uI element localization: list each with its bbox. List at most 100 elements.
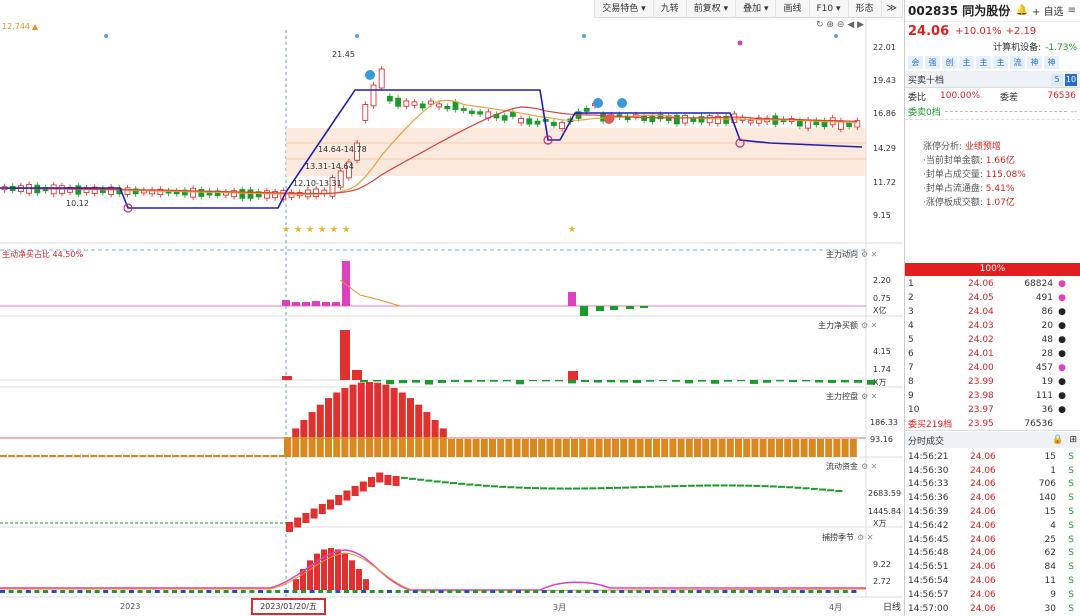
lock-icon[interactable]: 🔒 bbox=[1052, 435, 1063, 445]
toolbar-overlay[interactable]: 叠加 ▾ bbox=[736, 0, 777, 18]
control-bar bbox=[57, 455, 65, 457]
control-bar bbox=[333, 392, 341, 437]
five-level-button[interactable]: 5 bbox=[1051, 73, 1063, 86]
season-tick bbox=[722, 590, 728, 593]
bid-price: 23.99 bbox=[968, 377, 994, 387]
tag[interactable]: 主 bbox=[993, 56, 1008, 69]
candle bbox=[362, 104, 369, 121]
flow-bar bbox=[568, 292, 576, 306]
control-bar bbox=[65, 455, 73, 457]
tag[interactable]: 创 bbox=[942, 56, 957, 69]
season-tick bbox=[189, 590, 195, 593]
tag[interactable]: 神 bbox=[1027, 56, 1042, 69]
season-tick bbox=[576, 590, 582, 593]
tag[interactable]: 流 bbox=[1010, 56, 1025, 69]
reset-icon[interactable]: ↻ bbox=[816, 20, 824, 30]
fund-bar bbox=[614, 486, 621, 489]
bid-price: 24.00 bbox=[968, 363, 994, 373]
kline-chart[interactable]: ★ ★ ★ ★ ★ ★ ★ bbox=[0, 0, 903, 616]
flow-bar bbox=[292, 302, 300, 306]
tag[interactable]: 强 bbox=[925, 56, 940, 69]
star-icon: ★ bbox=[306, 225, 314, 235]
bid-level: 9 bbox=[908, 391, 914, 401]
toolbar-trade-feature[interactable]: 交易特色 ▾ bbox=[595, 0, 654, 18]
bid-row[interactable]: 6 24.01 28 ● bbox=[905, 347, 1080, 361]
season-tick bbox=[610, 590, 616, 593]
tag[interactable]: 会 bbox=[908, 56, 923, 69]
p5-title[interactable]: 捕捞季节 ⚙ ✕ bbox=[822, 532, 873, 543]
ten-level-button[interactable]: 10 bbox=[1065, 73, 1077, 86]
season-tick bbox=[851, 590, 857, 593]
tag[interactable]: 神 bbox=[1044, 56, 1059, 69]
p5-tick: 2.72 bbox=[873, 577, 891, 586]
bid-row[interactable]: 3 24.04 86 ● bbox=[905, 305, 1080, 319]
fund-bar bbox=[663, 485, 671, 488]
season-tick bbox=[292, 590, 298, 593]
industry-row[interactable]: 计算机设备: -1.73% bbox=[905, 40, 1080, 54]
toolbar-adjust[interactable]: 前复权 ▾ bbox=[687, 0, 737, 18]
control-bar bbox=[603, 439, 611, 457]
fund-bar bbox=[409, 477, 416, 480]
chart-area[interactable]: ★ ★ ★ ★ ★ ★ ★ 交易特色 ▾ 九转 前复权 ▾ 叠加 ▾ 画线 F10 ▾ 形态… bbox=[0, 0, 903, 616]
bell-icon[interactable]: 🔔 bbox=[1016, 5, 1028, 16]
season-tick bbox=[507, 590, 513, 593]
control-bar bbox=[784, 439, 792, 457]
zoom-in-icon[interactable]: ⊕ bbox=[826, 20, 834, 30]
p3-title[interactable]: 主力控盘 ⚙ ✕ bbox=[826, 391, 877, 402]
period-button[interactable]: 日线 bbox=[883, 600, 901, 613]
bid-row[interactable]: 8 23.99 19 ● bbox=[905, 375, 1080, 389]
control-bar bbox=[612, 439, 619, 457]
bid-row[interactable]: 4 24.03 20 ● bbox=[905, 319, 1080, 333]
tick-list[interactable]: 14:56:21 24.06 15 S 14:56:30 24.06 1 S 14:56:33 2… bbox=[905, 450, 1080, 616]
bid-row[interactable]: 10 23.97 36 ● bbox=[905, 403, 1080, 417]
s-marker bbox=[617, 98, 627, 108]
p4-title[interactable]: 流动资金 ⚙ ✕ bbox=[826, 461, 877, 472]
fund-bar bbox=[523, 486, 531, 489]
season-tick bbox=[739, 590, 745, 593]
fund-bar bbox=[819, 488, 826, 491]
season-tick bbox=[593, 590, 599, 593]
price-marker-arrow-icon: ▲ bbox=[32, 22, 39, 31]
control-bar bbox=[366, 382, 373, 437]
p2-title[interactable]: 主力净买额 ⚙ ✕ bbox=[818, 320, 877, 331]
bid-volume: 86 bbox=[1041, 307, 1053, 317]
netbuy-bar bbox=[360, 380, 368, 383]
control-bar bbox=[349, 437, 357, 457]
bid-row[interactable]: 7 24.00 457 ● bbox=[905, 361, 1080, 375]
fund-bar bbox=[794, 486, 802, 489]
zoom-out-icon[interactable]: ⊖ bbox=[837, 20, 845, 30]
bid-row[interactable]: 2 24.05 491 ● bbox=[905, 291, 1080, 305]
add-watchlist-button[interactable]: + 自选 bbox=[1032, 3, 1064, 18]
flow-bar bbox=[626, 306, 634, 309]
tag[interactable]: 主 bbox=[976, 56, 991, 69]
bid-price: 24.06 bbox=[968, 279, 994, 289]
menu-icon[interactable]: ≡ bbox=[1068, 5, 1076, 16]
season-tick bbox=[266, 590, 272, 593]
expand-icon[interactable]: ⊞ bbox=[1069, 435, 1077, 445]
p4-unit: X万 bbox=[873, 519, 887, 528]
p1-title[interactable]: 主力动向 ⚙ ✕ bbox=[826, 249, 877, 260]
tag[interactable]: 主 bbox=[959, 56, 974, 69]
settings-icon: ⚙ ✕ bbox=[857, 533, 874, 542]
season-bar bbox=[314, 553, 320, 590]
bid-row[interactable]: 9 23.98 111 ● bbox=[905, 389, 1080, 403]
season-tick bbox=[842, 590, 848, 593]
toolbar-nine-turn[interactable]: 九转 bbox=[654, 0, 687, 18]
season-tick bbox=[17, 590, 23, 593]
toolbar-draw[interactable]: 画线 bbox=[776, 0, 810, 18]
toolbar-pattern[interactable]: 形态 bbox=[849, 0, 882, 18]
right-icon[interactable]: ▶ bbox=[857, 20, 864, 30]
control-bar bbox=[431, 420, 439, 437]
control-bar bbox=[164, 455, 171, 457]
fund-bar bbox=[532, 487, 539, 490]
bid-row[interactable]: 1 24.06 68824 ● bbox=[905, 277, 1080, 291]
toolbar-f10[interactable]: F10 ▾ bbox=[810, 0, 849, 18]
control-bar bbox=[480, 439, 488, 457]
bid-row[interactable]: 5 24.02 48 ● bbox=[905, 333, 1080, 347]
toolbar-expand-icon[interactable]: ≫ bbox=[882, 0, 903, 18]
top-dot bbox=[834, 34, 838, 38]
candle bbox=[452, 101, 459, 110]
left-icon[interactable]: ◀ bbox=[847, 20, 854, 30]
season-tick bbox=[464, 590, 470, 593]
control-bar bbox=[357, 437, 365, 457]
